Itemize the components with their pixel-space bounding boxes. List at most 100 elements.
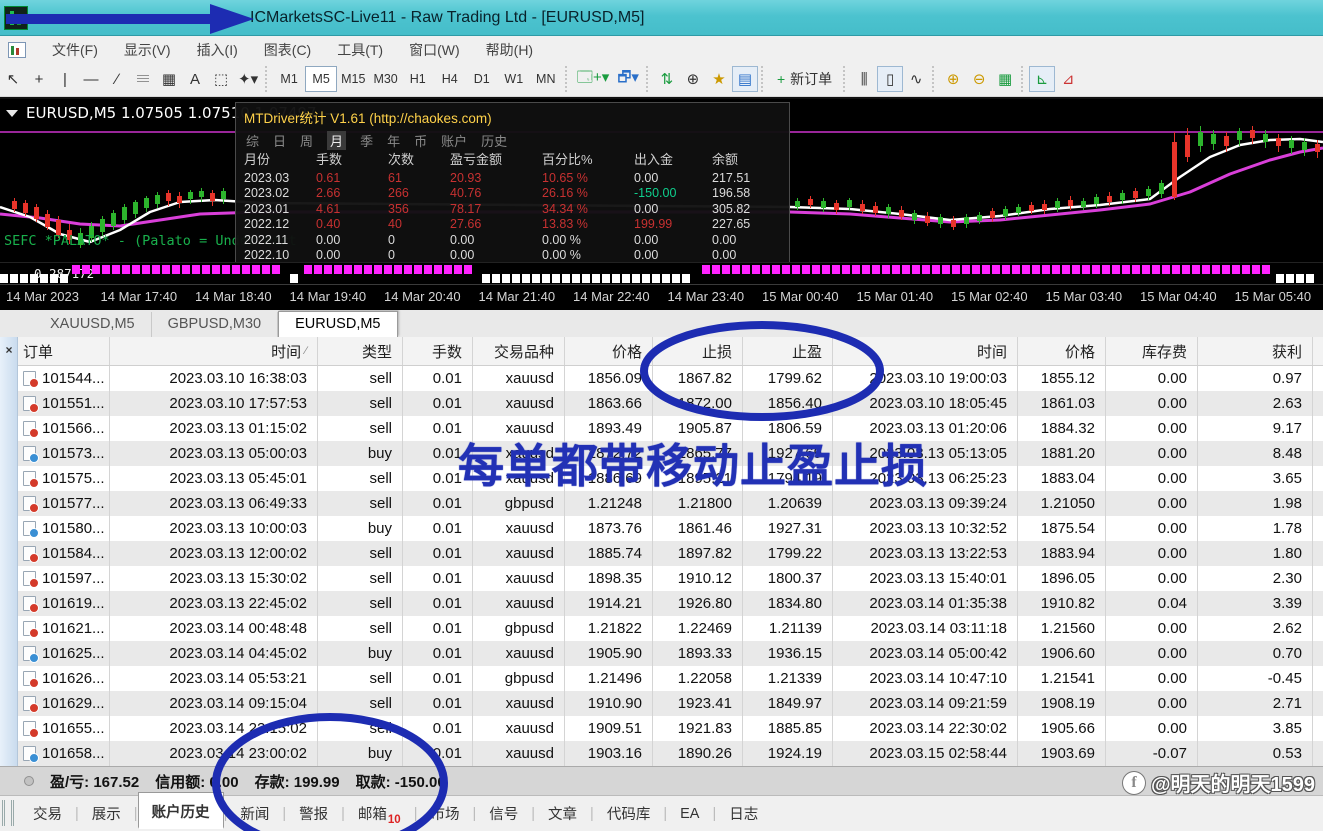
table-row[interactable]: 101619... 2023.03.13 22:45:02 sell 0.01 xauu… (18, 591, 1323, 616)
table-row[interactable]: 101629... 2023.03.14 09:15:04 sell 0.01 xauu… (18, 691, 1323, 716)
history-col-header[interactable]: 交易品种 (473, 337, 565, 365)
horizontal-line-tool-icon[interactable]: — (78, 66, 104, 92)
table-row[interactable]: 101573... 2023.03.13 05:00:03 buy 0.01 xauus… (18, 441, 1323, 466)
table-row[interactable]: 101544... 2023.03.10 16:38:03 sell 0.01 xauu… (18, 366, 1323, 391)
stats-tab-月[interactable]: 月 (327, 131, 347, 150)
history-col-header[interactable]: 价格 (1018, 337, 1106, 365)
table-row[interactable]: 101655... 2023.03.14 22:15:02 sell 0.01 xauu… (18, 716, 1323, 741)
table-row[interactable]: 101625... 2023.03.14 04:45:02 buy 0.01 xauus… (18, 641, 1323, 666)
trendline-tool-icon[interactable]: ∕ (104, 66, 130, 92)
history-col-header[interactable]: 类型 (318, 337, 403, 365)
grid-tool-icon[interactable]: ▦ (156, 66, 182, 92)
terminal-tab-9[interactable]: 代码库 (594, 798, 664, 829)
terminal-tab-4[interactable]: 警报 (286, 798, 341, 829)
auto-scroll-icon[interactable]: ⊾ (1029, 66, 1056, 92)
menu-item[interactable]: 窗口(W) (409, 40, 460, 60)
terminal-tab-5[interactable]: 邮箱10 (345, 798, 414, 829)
line-chart-type-icon[interactable]: ∿ (903, 66, 929, 92)
panel-grip[interactable] (2, 800, 14, 826)
new-order-button[interactable]: + 新订单 (769, 66, 840, 92)
terminal-tab-11[interactable]: 日志 (716, 798, 771, 829)
shapes-tool-icon[interactable]: ✦▾ (234, 66, 262, 92)
table-row[interactable]: 101621... 2023.03.14 00:48:48 sell 0.01 gbpu… (18, 616, 1323, 641)
tile-windows-icon[interactable]: ▦ (992, 66, 1018, 92)
history-col-header[interactable]: 库存费 (1106, 337, 1198, 365)
stats-tab-币[interactable]: 币 (414, 131, 427, 150)
chart-shift-icon[interactable]: ⊿ (1055, 66, 1081, 92)
terminal-tab-3[interactable]: 新闻 (227, 798, 282, 829)
table-row[interactable]: 101658... 2023.03.14 23:00:02 buy 0.01 xauus… (18, 741, 1323, 766)
table-row[interactable]: 101577... 2023.03.13 06:49:33 sell 0.01 gbpu… (18, 491, 1323, 516)
data-window-icon[interactable]: ▤ (731, 66, 758, 92)
chart-tab-eurusd-m5[interactable]: EURUSD,M5 (278, 311, 398, 337)
history-col-header[interactable]: 时间 (833, 337, 1018, 365)
timeframe-w1[interactable]: W1 (498, 66, 530, 92)
stats-tab-季[interactable]: 季 (360, 131, 373, 150)
cursor-tool-icon[interactable]: ↖ (0, 66, 26, 92)
history-col-header[interactable]: 止盈 (743, 337, 833, 365)
terminal-tab-6[interactable]: 市场 (417, 798, 472, 829)
terminal-tab-0[interactable]: 交易 (20, 798, 75, 829)
stats-tab-历史[interactable]: 历史 (481, 131, 507, 150)
price-chart[interactable]: EURUSD,M5 1.07505 1.07510 1.07497 — SEFC… (0, 97, 1323, 278)
navigator-icon[interactable]: ⊕ (680, 66, 706, 92)
table-row[interactable]: 101580... 2023.03.13 10:00:03 buy 0.01 xauus… (18, 516, 1323, 541)
stats-tab-年[interactable]: 年 (387, 131, 400, 150)
timeframe-h4[interactable]: H4 (434, 66, 466, 92)
timeframe-m15[interactable]: M15 (337, 66, 369, 92)
timeframe-m30[interactable]: M30 (369, 66, 401, 92)
close-icon[interactable]: × (2, 343, 16, 357)
favorites-icon[interactable]: ★ (706, 66, 732, 92)
chart-tab-xauusd-m5[interactable]: XAUUSD,M5 (34, 312, 152, 337)
stats-tab-日[interactable]: 日 (273, 131, 286, 150)
menu-item[interactable]: 工具(T) (337, 40, 383, 60)
menu-item[interactable]: 插入(I) (197, 40, 238, 60)
terminal-tab-2[interactable]: 账户历史 (137, 792, 224, 829)
table-row[interactable]: 101551... 2023.03.10 17:57:53 sell 0.01 xauu… (18, 391, 1323, 416)
bar-chart-type-icon[interactable]: ⫼ (851, 66, 877, 92)
fibonacci-tool-icon[interactable]: 𝄘 (130, 66, 156, 92)
history-col-header[interactable]: 价格 (565, 337, 653, 365)
terminal-tab-1[interactable]: 展示 (79, 798, 134, 829)
timeframe-h1[interactable]: H1 (402, 66, 434, 92)
timeframe-m5[interactable]: M5 (305, 66, 338, 92)
stats-tab-账户[interactable]: 账户 (441, 131, 467, 150)
timeframe-m1[interactable]: M1 (273, 66, 305, 92)
stats-tab-综[interactable]: 综 (246, 131, 259, 150)
stats-tab-周[interactable]: 周 (300, 131, 313, 150)
crosshair-tool-icon[interactable]: + (26, 66, 52, 92)
table-row[interactable]: 101575... 2023.03.13 05:45:01 sell 0.01 xauu… (18, 466, 1323, 491)
new-chart-button[interactable]: 🗔+▾ (573, 66, 614, 92)
menu-item[interactable]: 显示(V) (124, 40, 171, 60)
label-tool-icon[interactable]: ⬚ (208, 66, 234, 92)
zoom-out-icon[interactable]: ⊖ (966, 66, 992, 92)
terminal-tab-ea[interactable]: EA (667, 801, 712, 827)
table-row[interactable]: 101566... 2023.03.13 01:15:02 sell 0.01 xauu… (18, 416, 1323, 441)
table-row[interactable]: 101597... 2023.03.13 15:30:02 sell 0.01 xauu… (18, 566, 1323, 591)
indicators-icon[interactable]: ⇅ (654, 66, 680, 92)
history-col-header[interactable]: 止损 (653, 337, 743, 365)
time-axis[interactable]: 14 Mar 2023 14 Mar 17:40 14 Mar 18:40 14 Ma… (0, 284, 1323, 308)
history-col-header[interactable]: 手数 (403, 337, 473, 365)
title-bar[interactable]: ICMarketsSC-Live11 - Raw Trading Ltd - [… (0, 0, 1323, 36)
candle-chart-type-icon[interactable]: ▯ (877, 66, 904, 92)
menu-item[interactable]: 文件(F) (52, 40, 98, 60)
table-row[interactable]: 101584... 2023.03.13 12:00:02 sell 0.01 xauu… (18, 541, 1323, 566)
timeframe-d1[interactable]: D1 (466, 66, 498, 92)
history-col-header[interactable]: 订单 (18, 337, 110, 365)
terminal-tab-8[interactable]: 文章 (535, 798, 590, 829)
mtdriver-stats-panel[interactable]: MTDriver统计 V1.61 (http://chaokes.com) 综日… (235, 102, 790, 278)
menu-item[interactable]: 帮助(H) (486, 40, 533, 60)
timeframe-mn[interactable]: MN (530, 66, 562, 92)
terminal-tab-7[interactable]: 信号 (476, 798, 531, 829)
history-col-header[interactable]: 获利 (1198, 337, 1313, 365)
vertical-line-tool-icon[interactable]: | (52, 66, 78, 92)
table-row[interactable]: 101626... 2023.03.14 05:53:21 sell 0.01 gbpu… (18, 666, 1323, 691)
chart-tab-gbpusd-m30[interactable]: GBPUSD,M30 (152, 312, 279, 337)
menu-item[interactable]: 图表(C) (264, 40, 311, 60)
zoom-in-icon[interactable]: ⊕ (940, 66, 966, 92)
history-col-header[interactable]: 时间 ∕ (110, 337, 318, 365)
chevron-down-icon[interactable] (6, 109, 18, 117)
profiles-button[interactable]: 🗗▾ (613, 66, 643, 92)
text-tool-icon[interactable]: A (182, 66, 208, 92)
